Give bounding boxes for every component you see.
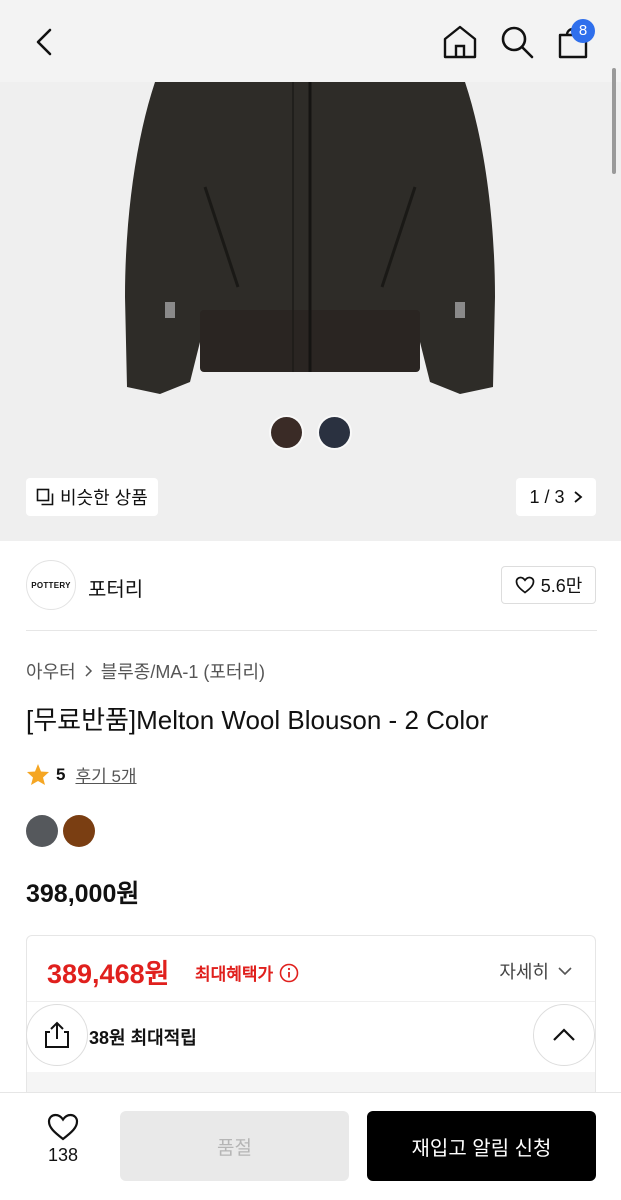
rating-score: 5 (56, 764, 66, 784)
brand-logo[interactable]: POTTERY (26, 560, 76, 610)
product-image-gallery[interactable]: 8 비슷한 상품 1 / 3 (0, 0, 621, 541)
share-button[interactable] (26, 1004, 88, 1066)
similar-icon (36, 488, 54, 506)
bottom-action-bar: 138 품절 재입고 알림 신청 (0, 1092, 621, 1200)
home-icon[interactable] (440, 22, 480, 62)
share-icon (45, 1021, 69, 1048)
top-nav-bar (0, 0, 621, 82)
scroll-top-button[interactable] (533, 1004, 595, 1066)
wishlist-count: 138 (47, 1145, 79, 1165)
chevron-down-icon (558, 967, 572, 976)
brand-like-count: 5.6만 (540, 576, 583, 596)
original-price: 398,000원 (26, 880, 140, 908)
cart-count-badge: 8 (571, 19, 595, 43)
color-option[interactable] (26, 815, 58, 847)
divider (26, 630, 597, 631)
benefit-box: 389,468원 최대혜택가 자세히 38원 최대적립 (26, 935, 596, 1115)
brand-logo-text: POTTERY (31, 580, 71, 590)
restock-alert-button[interactable]: 재입고 알림 신청 (367, 1111, 596, 1181)
gallery-page-button[interactable]: 1 / 3 (516, 478, 596, 516)
product-photo (125, 82, 495, 394)
max-benefit-label-text: 최대혜택가 (195, 965, 274, 984)
color-option[interactable] (63, 815, 95, 847)
chevron-right-icon (573, 491, 582, 503)
similar-products-label: 비슷한 상품 (60, 488, 148, 508)
gallery-color-dot[interactable] (271, 417, 302, 448)
breadcrumb-item[interactable]: 아우터 (26, 658, 76, 684)
similar-products-button[interactable]: 비슷한 상품 (26, 478, 158, 516)
star-icon (27, 764, 49, 785)
heart-icon (47, 1113, 79, 1141)
info-icon[interactable] (279, 963, 299, 983)
search-icon[interactable] (497, 22, 537, 62)
scrollbar[interactable] (612, 68, 616, 174)
brand-row: POTTERY 포터리 5.6만 (26, 560, 596, 612)
page-indicator: 1 / 3 (529, 486, 565, 507)
reviews-link[interactable]: 후기 5개 (75, 762, 136, 787)
gallery-color-dot[interactable] (319, 417, 350, 448)
benefit-header: 389,468원 최대혜택가 자세히 (27, 936, 595, 1002)
product-title: [무료반품]Melton Wool Blouson - 2 Color (26, 705, 489, 735)
detail-label: 자세히 (499, 962, 549, 982)
detail-toggle-button[interactable]: 자세히 (499, 958, 573, 984)
wishlist-button[interactable]: 138 (30, 1113, 96, 1173)
heart-icon (515, 576, 535, 594)
chevron-up-icon (553, 1028, 575, 1041)
breadcrumb: 아우터 블루종/MA-1 (포터리) (26, 658, 265, 684)
points-label: 38원 최대적립 (89, 1028, 197, 1048)
brand-name[interactable]: 포터리 (88, 573, 143, 602)
brand-like-button[interactable]: 5.6만 (501, 566, 596, 604)
back-arrow-icon[interactable] (30, 24, 60, 60)
breadcrumb-item[interactable]: 블루종/MA-1 (포터리) (101, 658, 265, 684)
max-benefit-price: 389,468원 (47, 959, 170, 989)
rating-row: 5 후기 5개 (26, 762, 137, 787)
max-benefit-label: 최대혜택가 (195, 960, 299, 985)
soldout-button: 품절 (120, 1111, 349, 1181)
chevron-right-icon (85, 665, 92, 677)
